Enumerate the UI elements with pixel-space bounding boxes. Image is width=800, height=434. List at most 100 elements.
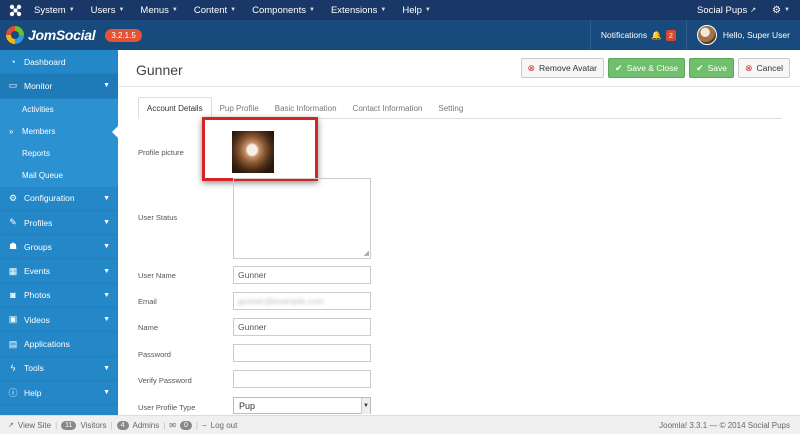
sidebar-item-applications[interactable]: ▤ Applications (0, 332, 118, 357)
sidebar-item-help[interactable]: ⓘ Help ▼ (0, 381, 118, 406)
tab-account-details[interactable]: Account Details (138, 97, 212, 119)
sidebar-item-photos[interactable]: ◙ Photos ▼ (0, 284, 118, 309)
sidebar-item-videos[interactable]: ▣ Videos ▼ (0, 308, 118, 333)
tab-setting[interactable]: Setting (430, 97, 471, 119)
user-status-label: User Status (138, 213, 178, 222)
info-icon: ⓘ (8, 388, 18, 399)
user-status-textarea[interactable]: ◢ (233, 178, 371, 259)
chevron-down-icon: ▼ (103, 243, 110, 251)
cogs-icon: ⚙ (8, 192, 18, 203)
name-label: Name (138, 323, 159, 332)
sidebar-item-configuration[interactable]: ⚙ Configuration ▼ (0, 187, 118, 211)
sidebar-item-events[interactable]: ▦ Events ▼ (0, 259, 118, 284)
sidebar-item-monitor[interactable]: ▭ Monitor ▼ (0, 74, 118, 99)
tab-label: Pup Profile (219, 103, 259, 113)
greeting: Hello, Super User (722, 30, 790, 40)
tab-basic-information[interactable]: Basic Information (267, 97, 345, 119)
site-link[interactable]: Social Pups ↗ (687, 5, 766, 16)
chevron-down-icon: ▼ (103, 316, 110, 324)
profile-type-label: User Profile Type (138, 403, 196, 412)
menu-components[interactable]: Components ▼ (244, 0, 323, 20)
sidebar-item-label: Groups (24, 241, 52, 252)
caret-down-icon: ▼ (171, 7, 178, 13)
menu-help[interactable]: Help ▼ (394, 0, 439, 20)
cancel-button[interactable]: ⊗ Cancel (737, 58, 790, 78)
profile-type-value: Pup (239, 400, 256, 411)
password-field[interactable] (233, 344, 371, 362)
sidebar-subitem-mail-queue[interactable]: Mail Queue (0, 164, 118, 187)
chevron-down-icon: ▼ (103, 267, 110, 275)
caret-down-icon: ▼ (230, 7, 237, 13)
highlight-box (202, 117, 318, 181)
verify-password-field[interactable] (233, 370, 371, 388)
save-close-button[interactable]: ✔ Save & Close (608, 58, 686, 78)
main-content: Gunner ⊗ Remove Avatar ✔ Save & Close ✔ Sav… (118, 50, 800, 415)
notifications-count: 2 (665, 29, 676, 41)
visitors-count: 11 (61, 420, 77, 430)
admin-menubar: System ▼ Users ▼ Menus ▼ Content ▼ Component… (0, 0, 800, 20)
name-field[interactable]: Gunner (233, 318, 371, 336)
notifications-label: Notifications (600, 30, 648, 40)
menu-content[interactable]: Content ▼ (186, 0, 244, 20)
gear-icon: ⚙ (772, 4, 782, 16)
email-field[interactable]: gunner@example.com (233, 292, 371, 310)
sidebar-item-groups[interactable]: ☗ Groups ▼ (0, 235, 118, 260)
check-icon: ✔ (696, 62, 704, 73)
sidebar-item-dashboard[interactable]: ◔ Dashboard (0, 50, 118, 75)
minus-icon: − (201, 420, 207, 430)
settings-menu[interactable]: ⚙ ▼ (766, 5, 800, 16)
envelope-icon: ✉ (169, 420, 176, 430)
tab-label: Account Details (147, 103, 203, 113)
sidebar-item-label: Photos (24, 290, 51, 301)
toolbar: ⊗ Remove Avatar ✔ Save & Close ✔ Save ⊗ Canc… (520, 58, 790, 78)
button-label: Cancel (756, 63, 783, 73)
menu-system[interactable]: System ▼ (26, 0, 83, 20)
brand-header: JomSocial 3.2.1.5 Notifications 🔔 2 Hell… (0, 20, 800, 50)
admins-label: Admins (132, 420, 160, 430)
tab-pup-profile[interactable]: Pup Profile (212, 97, 267, 119)
tab-label: Contact Information (352, 103, 423, 113)
jomsocial-logo-icon (6, 26, 24, 44)
divider (118, 86, 800, 87)
menu-menus[interactable]: Menus ▼ (132, 0, 185, 20)
separator: | (55, 420, 58, 430)
caret-down-icon: ▼ (784, 7, 790, 13)
view-site-link[interactable]: View Site (18, 421, 51, 430)
sidebar-item-label: Applications (24, 339, 70, 350)
save-button[interactable]: ✔ Save (689, 58, 734, 78)
sidebar-item-tools[interactable]: ϟ Tools ▼ (0, 357, 118, 381)
resize-handle-icon[interactable]: ◢ (364, 249, 369, 257)
notifications-button[interactable]: Notifications 🔔 2 (589, 20, 687, 50)
sidebar-item-label: Events (24, 266, 50, 277)
sidebar-subitem-reports[interactable]: Reports (0, 142, 118, 165)
sidebar-item-profiles[interactable]: ✎ Profiles ▼ (0, 211, 118, 236)
joomla-logo-icon[interactable] (4, 0, 26, 20)
admins-count: 4 (116, 420, 129, 430)
copyright: Joomla! 3.3.1 — © 2014 Social Pups (659, 420, 790, 430)
user-menu[interactable]: Hello, Super User (687, 25, 800, 45)
sidebar-item-label: Configuration (24, 193, 75, 204)
status-footer: ↗ View Site | 11 Visitors | 4 Admins | ✉… (0, 415, 800, 434)
username-label: User Name (138, 271, 176, 280)
username-field[interactable]: Gunner (233, 266, 371, 284)
menu-label: Components (252, 4, 306, 16)
sidebar-subitem-label: Reports (22, 149, 51, 159)
menu-label: Extensions (330, 4, 378, 16)
chevron-down-icon: ▼ (103, 194, 110, 202)
menu-label: System (34, 4, 66, 16)
logout-link[interactable]: Log out (211, 421, 238, 430)
brand[interactable]: JomSocial (6, 26, 96, 44)
caret-down-icon: ▼ (308, 7, 315, 13)
remove-avatar-button[interactable]: ⊗ Remove Avatar (520, 58, 605, 78)
sidebar-item-label: Videos (24, 314, 50, 325)
group-icon: ☗ (8, 241, 18, 252)
menu-users[interactable]: Users ▼ (83, 0, 133, 20)
sidebar-item-label: Help (24, 387, 42, 398)
tab-contact-information[interactable]: Contact Information (345, 97, 431, 119)
sidebar-subitem-members[interactable]: » Members (0, 120, 118, 143)
profile-type-select[interactable]: Pup ▼ (233, 397, 371, 414)
page-title: Gunner (136, 62, 183, 78)
tab-label: Basic Information (274, 103, 337, 113)
sidebar-subitem-activities[interactable]: Activities (0, 98, 118, 121)
menu-extensions[interactable]: Extensions ▼ (323, 0, 394, 20)
